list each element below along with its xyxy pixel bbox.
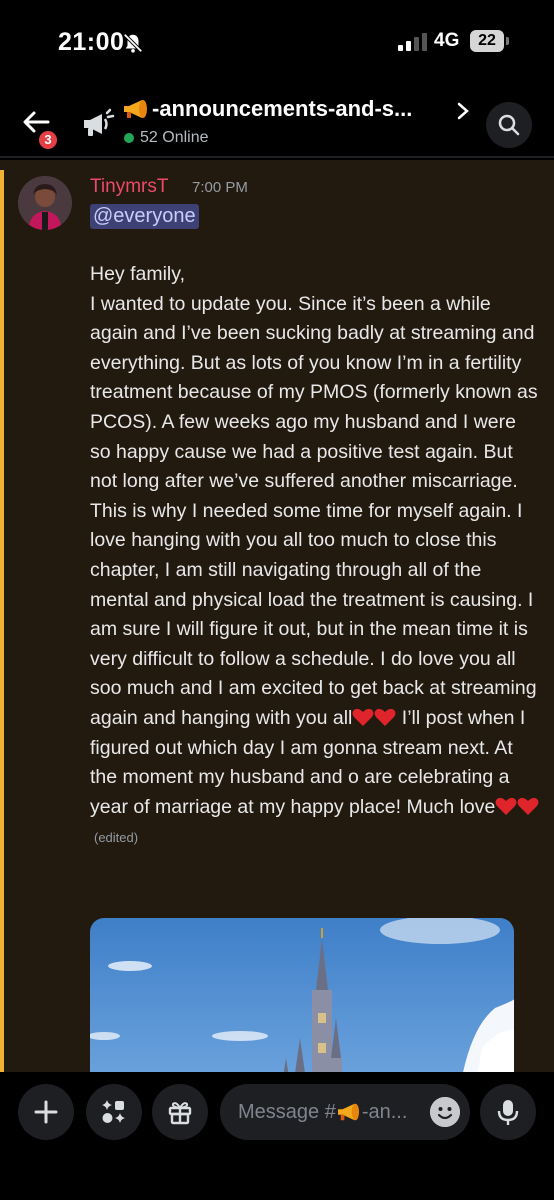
message-content: Hey family, I wanted to update you. Since…	[90, 260, 540, 853]
castle-photo	[90, 918, 514, 1072]
message-timestamp: 7:00 PM	[192, 179, 248, 196]
gift-button[interactable]	[152, 1084, 208, 1140]
search-icon	[498, 114, 520, 136]
message-body: I wanted to update you. Since it’s been …	[90, 290, 540, 853]
apps-icon	[102, 1100, 125, 1123]
voice-message-button[interactable]	[480, 1084, 536, 1140]
status-time: 21:00	[58, 28, 125, 56]
image-attachment[interactable]	[90, 918, 514, 1072]
bell-off-icon	[123, 33, 143, 53]
online-count: 52 Online	[140, 129, 209, 146]
message-list[interactable]: TinymrsT 7:00 PM @everyone Hey family, I …	[0, 160, 554, 1072]
notification-badge: 3	[36, 128, 60, 152]
heart-emoji-icon	[374, 708, 396, 726]
add-attachment-button[interactable]	[18, 1084, 74, 1140]
everyone-mention[interactable]: @everyone	[90, 204, 199, 229]
message-greeting: Hey family,	[90, 263, 185, 285]
message-input-placeholder: Message # -an...	[238, 1101, 418, 1124]
network-type: 4G	[434, 30, 460, 51]
gift-icon	[168, 1102, 192, 1125]
online-status: 52 Online	[124, 129, 209, 147]
avatar[interactable]	[18, 176, 72, 230]
placeholder-prefix: Message #	[238, 1100, 336, 1123]
message-author[interactable]: TinymrsT	[90, 176, 168, 198]
megaphone-emoji-icon	[337, 1103, 359, 1121]
status-bar: 21:00 4G 22	[0, 0, 554, 80]
channel-title[interactable]: -announcements-and-s...	[122, 94, 452, 124]
heart-emoji-icon	[495, 797, 517, 815]
search-button[interactable]	[486, 102, 532, 148]
avatar-image	[18, 176, 72, 230]
placeholder-suffix: -an...	[361, 1100, 408, 1123]
battery-level: 22	[470, 30, 504, 52]
message-body-text: I wanted to update you. Since it’s been …	[90, 292, 543, 729]
heart-emoji-icon	[517, 797, 539, 815]
channel-name-text: -announcements-and-s...	[152, 96, 413, 121]
microphone-icon	[497, 1100, 519, 1125]
emoji-picker-button[interactable]	[430, 1097, 460, 1127]
message-input[interactable]: Message # -an...	[220, 1084, 470, 1140]
smiley-icon	[430, 1097, 460, 1127]
message-composer: Message # -an...	[0, 1072, 554, 1200]
signal-icon	[398, 33, 427, 51]
channel-header: 3 -announcements-and-s... 52 Online	[0, 80, 554, 158]
announcement-channel-icon	[84, 108, 115, 136]
plus-icon	[34, 1100, 58, 1124]
megaphone-emoji-icon	[124, 100, 147, 118]
chevron-right-icon[interactable]	[454, 100, 472, 122]
edited-label: (edited)	[94, 830, 139, 846]
heart-emoji-icon	[352, 708, 374, 726]
online-dot-icon	[124, 133, 134, 143]
battery-tip	[506, 37, 509, 45]
mention-highlight-bar	[0, 170, 4, 1072]
apps-button[interactable]	[86, 1084, 142, 1140]
